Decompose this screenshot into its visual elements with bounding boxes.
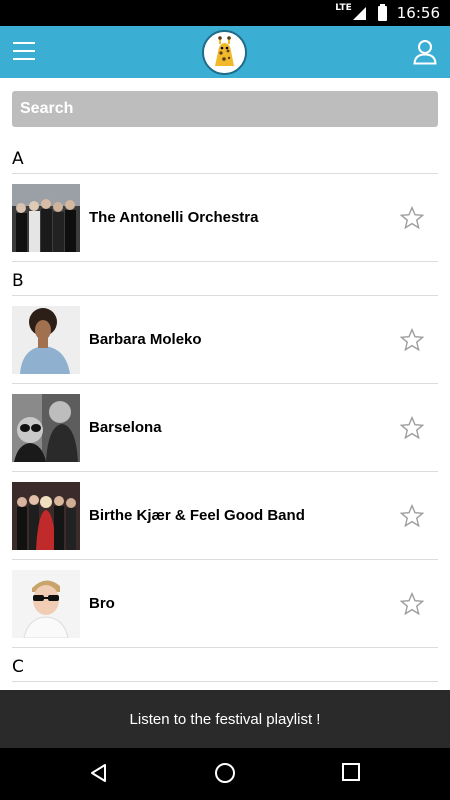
favorite-star-icon[interactable] [399,205,425,231]
favorite-star-icon[interactable] [399,327,425,353]
system-nav-bar [0,748,450,800]
artist-row[interactable]: Barbara Moleko [12,296,438,384]
artist-row[interactable]: The Antonelli Orchestra [12,174,438,262]
artist-row[interactable]: Bro [12,560,438,648]
hamburger-menu-icon[interactable] [13,42,35,62]
artist-row[interactable]: Birthe Kjær & Feel Good Band [12,472,438,560]
favorite-star-icon[interactable] [399,591,425,617]
artist-name: Barselona [89,419,162,436]
artist-list: A The Antonelli Orchestra B Barbara Mole… [0,140,450,682]
giraffe-logo[interactable] [202,30,247,75]
app-bar [0,26,450,78]
artist-name: Bro [89,595,115,612]
artist-photo [12,569,80,638]
status-time: 16:56 [396,4,440,22]
battery-icon [377,3,387,21]
user-profile-icon[interactable] [413,39,437,65]
artist-photo [12,305,80,374]
search-input[interactable] [12,91,438,127]
artist-photo [12,393,80,462]
artist-name: Barbara Moleko [89,331,202,348]
status-bar: LTE 16:56 [0,0,450,26]
home-icon[interactable] [214,762,236,784]
favorite-star-icon[interactable] [399,415,425,441]
festival-playlist-button[interactable]: Listen to the festival playlist ! [0,690,450,748]
section-header-a: A [12,140,438,174]
artist-photo [12,183,80,252]
section-header-b: B [12,262,438,296]
artist-photo [12,481,80,550]
recent-apps-icon[interactable] [341,762,361,782]
artist-name: Birthe Kjær & Feel Good Band [89,507,305,524]
back-icon[interactable] [88,762,110,784]
signal-icon [352,6,366,20]
artist-name: The Antonelli Orchestra [89,209,259,226]
section-header-c: C [12,648,438,682]
network-type: LTE [335,3,352,13]
artist-row[interactable]: Barselona [12,384,438,472]
favorite-star-icon[interactable] [399,503,425,529]
